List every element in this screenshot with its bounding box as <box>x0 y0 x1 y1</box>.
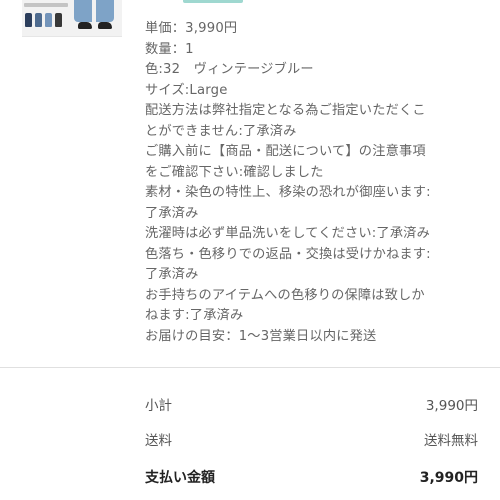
swatch-jeans-black <box>55 13 62 27</box>
note-line: とができません:了承済み <box>145 123 297 139</box>
shipping-value: 送料無料 <box>424 433 478 449</box>
shipping-label: 送料 <box>145 433 172 449</box>
note-line: 洗濯時は必ず単品洗いをしてください:了承済み <box>145 226 430 241</box>
jeans-legs-image <box>74 0 114 22</box>
thumbnail-caption-bar <box>24 3 68 7</box>
color-option: 色:32 ヴィンテージブルー <box>145 62 314 77</box>
note-line: 配送方法は弊社指定となる為ご指定いただくこ <box>145 103 426 118</box>
note-line: 色落ち・色移りでの返品・交換は受けかねます: <box>145 246 431 262</box>
swatch-jeans-light <box>45 13 52 27</box>
product-thumbnail[interactable] <box>22 0 122 37</box>
section-divider <box>0 367 500 368</box>
subtotal-label: 小計 <box>145 398 172 414</box>
total-label: 支払い金額 <box>145 470 215 486</box>
swatch-jeans-dark <box>25 13 32 27</box>
rating-fragment <box>183 0 243 3</box>
note-line: をご確認下さい:確認しました <box>145 164 324 180</box>
shipping-row: 送料 送料無料 <box>145 430 478 452</box>
note-line: 了承済み <box>145 267 199 282</box>
swatch-jeans-mid <box>35 13 42 27</box>
note-line: ねます:了承済み <box>145 308 244 323</box>
subtotal-value: 3,990円 <box>425 398 478 414</box>
size-option: サイズ:Large <box>145 82 228 98</box>
shoe-right-image <box>98 22 112 29</box>
note-line: 了承済み <box>145 205 199 221</box>
product-details: 単価：3,990円 数量：1 色:32 ヴィンテージブルー サイズ:Large … <box>145 19 475 347</box>
quantity: 数量：1 <box>145 41 194 57</box>
unit-price: 単価：3,990円 <box>145 21 238 36</box>
shoe-left-image <box>78 22 92 29</box>
delivery-estimate: お届けの目安：1〜3営業日以内に発送 <box>145 328 377 344</box>
total-value: 3,990円 <box>419 470 478 486</box>
note-line: 素材・染色の特性上、移染の恐れが御座います: <box>145 185 431 200</box>
subtotal-row: 小計 3,990円 <box>145 395 478 417</box>
note-line: ご購入前に【商品・配送について】の注意事項 <box>145 144 426 159</box>
total-row: 支払い金額 3,990円 <box>145 467 478 489</box>
note-line: お手持ちのアイテムへの色移りの保障は致しか <box>145 287 425 303</box>
